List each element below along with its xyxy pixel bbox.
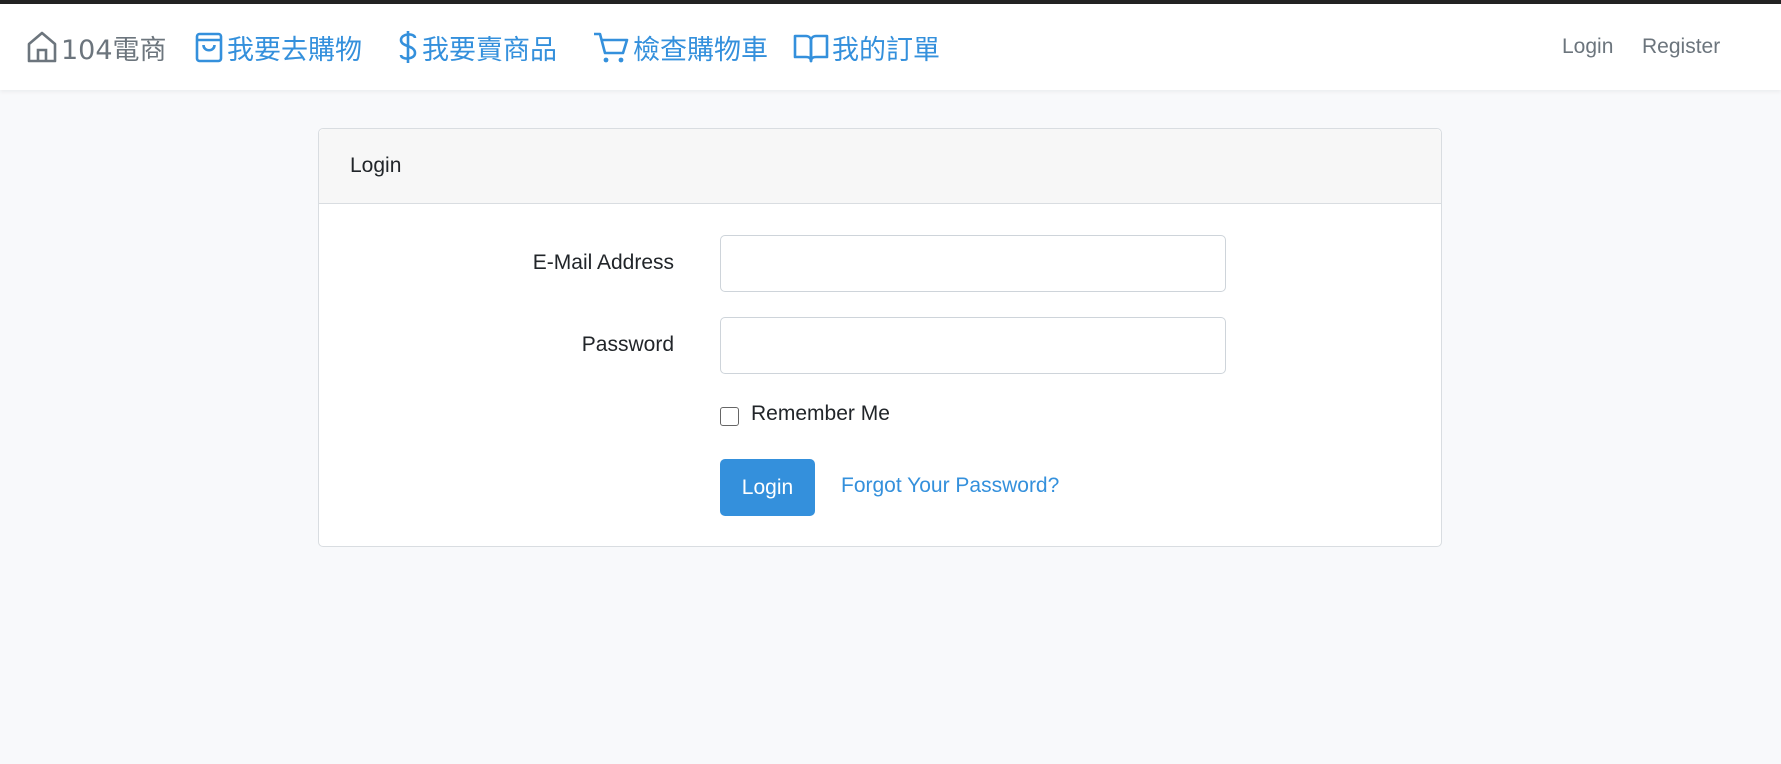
home-icon [27, 31, 57, 63]
nav-shop-link[interactable]: 我要去購物 [194, 4, 362, 90]
nav-cart-link[interactable]: 檢查購物車 [592, 4, 768, 90]
email-label: E-Mail Address [532, 251, 674, 274]
nav-register-link[interactable]: Register [1642, 4, 1720, 90]
password-label: Password [581, 333, 674, 356]
email-field[interactable] [720, 235, 1226, 292]
cart-icon [594, 32, 629, 63]
nav-login-link[interactable]: Login [1562, 4, 1613, 90]
card-header: Login [319, 129, 1441, 204]
nav-sell-link[interactable]: 我要賣商品 [397, 4, 557, 90]
nav-orders-link[interactable]: 我的訂單 [793, 4, 940, 90]
brand-link[interactable]: 104電商 [26, 4, 167, 90]
remember-me-label[interactable]: Remember Me [751, 402, 890, 426]
shopping-bag-icon [195, 32, 223, 63]
login-card: Login E-Mail Address Password Remember M… [318, 128, 1442, 547]
dollar-icon [399, 31, 417, 63]
brand-label: 104電商 [61, 34, 167, 66]
forgot-password-link[interactable]: Forgot Your Password? [841, 474, 1059, 498]
nav-orders-label: 我的訂單 [832, 34, 940, 66]
nav-sell-label: 我要賣商品 [422, 34, 557, 66]
navbar: 104電商 我要去購物 我要賣商品 檢查購物車 我的訂單 Login Regis… [0, 4, 1781, 90]
nav-shop-label: 我要去購物 [227, 34, 362, 66]
password-field[interactable] [720, 317, 1226, 374]
remember-me-checkbox[interactable] [720, 407, 739, 426]
book-icon [793, 34, 829, 63]
nav-cart-label: 檢查購物車 [633, 34, 768, 66]
login-button[interactable]: Login [720, 459, 815, 516]
